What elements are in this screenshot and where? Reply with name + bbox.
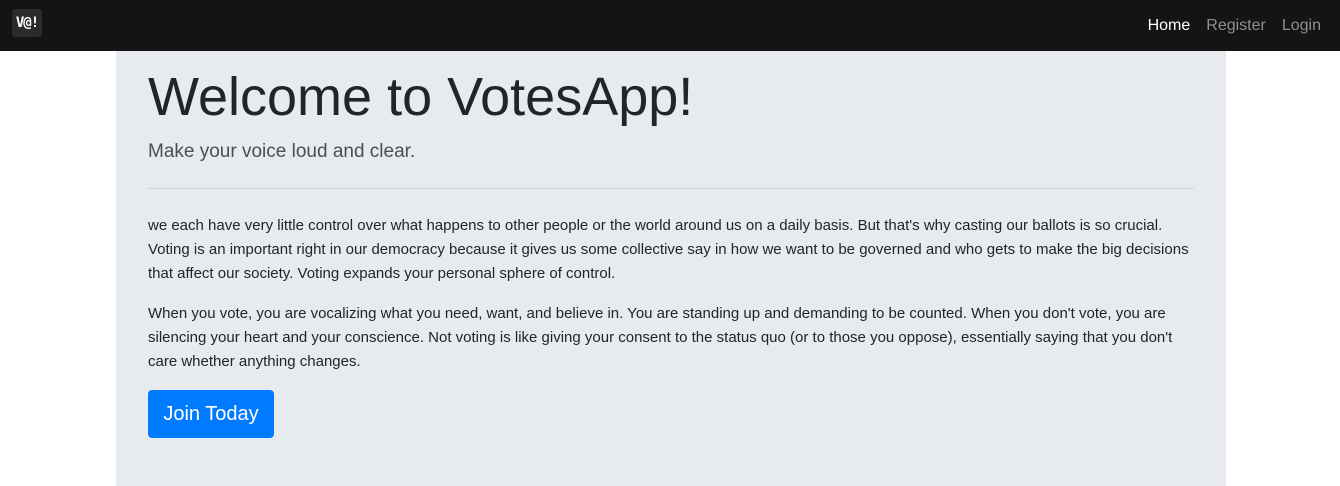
hero-paragraph-2: When you vote, you are vocalizing what y…	[148, 305, 1173, 370]
join-today-button[interactable]: Join Today	[148, 390, 274, 438]
nav-link-home[interactable]: Home	[1148, 17, 1191, 35]
hero-divider	[148, 188, 1194, 189]
top-navbar: V@! Home Register Login	[0, 0, 1340, 51]
hero-jumbotron: Welcome to VotesApp! Make your voice lou…	[116, 51, 1226, 486]
nav-links: Home Register Login	[1132, 0, 1321, 51]
nav-link-login[interactable]: Login	[1282, 17, 1321, 35]
hero-lead: Make your voice loud and clear.	[148, 141, 416, 162]
page-title: Welcome to VotesApp!	[148, 67, 694, 127]
hero-paragraph-1: we each have very little control over wh…	[148, 217, 1189, 282]
brand-logo[interactable]: V@!	[12, 9, 42, 37]
nav-link-register[interactable]: Register	[1206, 17, 1266, 35]
